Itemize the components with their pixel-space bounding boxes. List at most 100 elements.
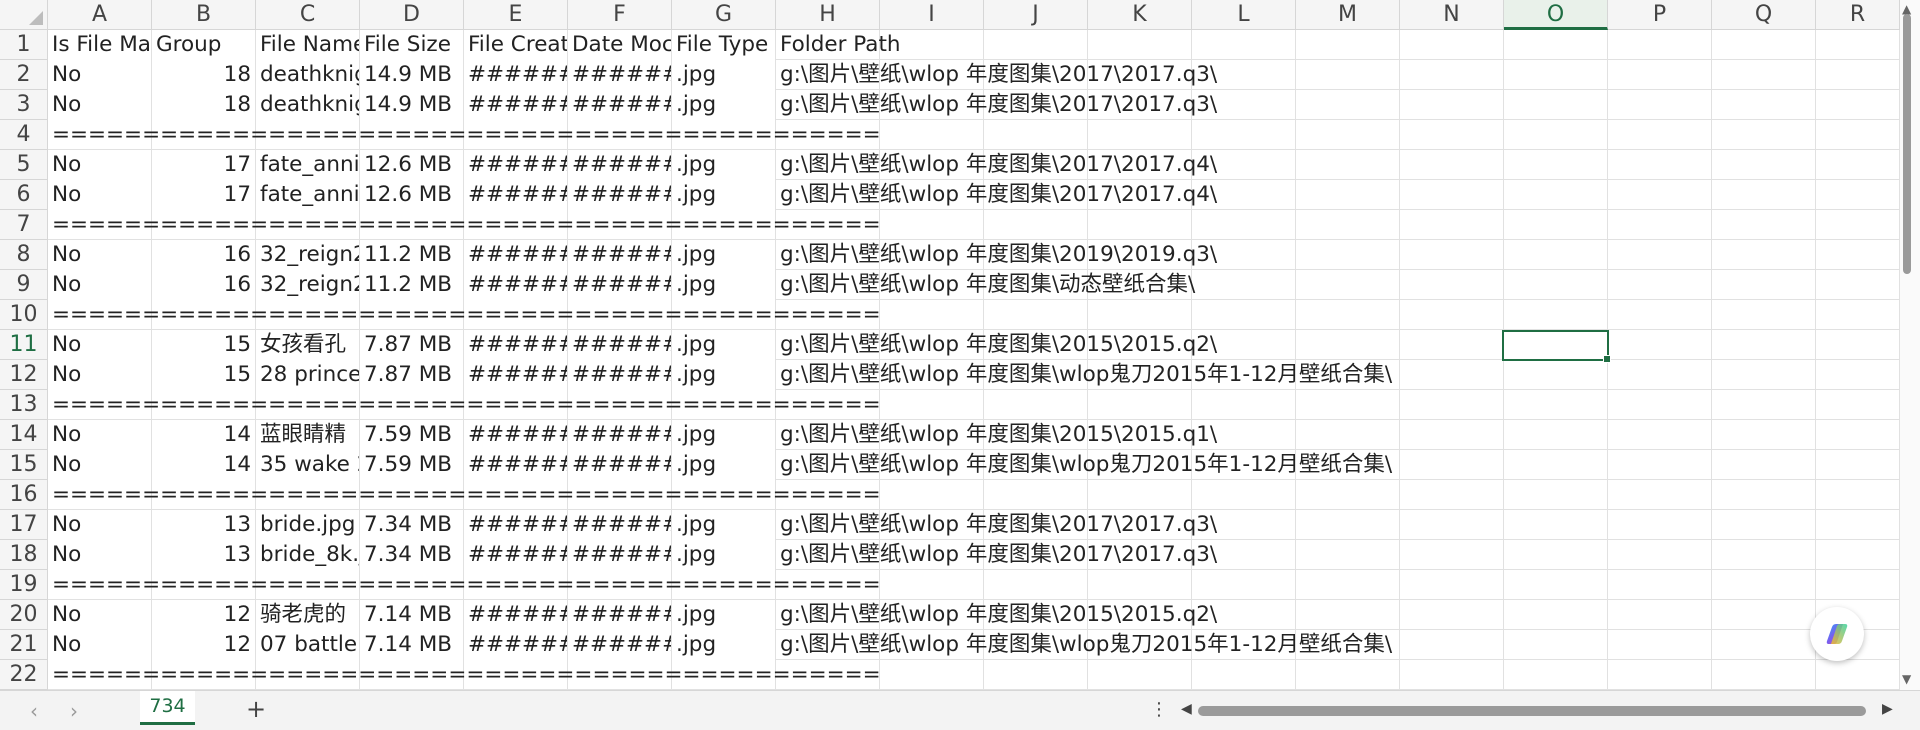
column-header-e[interactable]: E <box>464 0 568 30</box>
cell-file-type[interactable]: .jpg <box>672 180 775 210</box>
column-header-h[interactable]: H <box>776 0 880 30</box>
cell-date-modified[interactable]: ###### <box>568 180 671 210</box>
cell-date-modified[interactable]: ###### <box>568 450 671 480</box>
cell-file-created[interactable]: ###### <box>464 540 567 570</box>
cell-file-created[interactable]: ###### <box>464 450 567 480</box>
cell-group[interactable]: 15 <box>152 360 255 390</box>
cell-header-h[interactable]: Folder Path <box>776 30 1900 60</box>
column-header-i[interactable]: I <box>880 0 984 30</box>
cell-folder-path[interactable]: g:\图片\壁纸\wlop 年度图集\wlop鬼刀2015年1-12月壁纸合集\ <box>776 450 1900 480</box>
cell-file-size[interactable]: 11.2 MB <box>360 270 463 300</box>
cell-group[interactable]: 17 <box>152 180 255 210</box>
column-header-n[interactable]: N <box>1400 0 1504 30</box>
cell-is-file-marked[interactable]: No <box>48 150 151 180</box>
column-header-b[interactable]: B <box>152 0 256 30</box>
cell-date-modified[interactable]: ###### <box>568 330 671 360</box>
cell-file-type[interactable]: .jpg <box>672 240 775 270</box>
cell-folder-path[interactable]: g:\图片\壁纸\wlop 年度图集\2017\2017.q4\ <box>776 150 1900 180</box>
column-header-a[interactable]: A <box>48 0 152 30</box>
column-header-r[interactable]: R <box>1816 0 1900 30</box>
row-header[interactable]: 15 <box>0 450 48 480</box>
row-header[interactable]: 17 <box>0 510 48 540</box>
cell-file-type[interactable]: .jpg <box>672 270 775 300</box>
cell-group[interactable]: 17 <box>152 150 255 180</box>
cell-file-created[interactable]: ###### <box>464 180 567 210</box>
row-header[interactable]: 19 <box>0 570 48 600</box>
cell-file-type[interactable]: .jpg <box>672 60 775 90</box>
cell-file-type[interactable]: .jpg <box>672 90 775 120</box>
cell-is-file-marked[interactable]: No <box>48 360 151 390</box>
cell-file-type[interactable]: .jpg <box>672 510 775 540</box>
cell-folder-path[interactable]: g:\图片\壁纸\wlop 年度图集\2017\2017.q4\ <box>776 180 1900 210</box>
cell-file-name[interactable]: 32_reign2 <box>256 240 359 270</box>
column-header-p[interactable]: P <box>1608 0 1712 30</box>
cell-file-size[interactable]: 7.34 MB <box>360 540 463 570</box>
horizontal-scroll-thumb[interactable] <box>1198 706 1866 716</box>
cell-group[interactable]: 18 <box>152 60 255 90</box>
cell-file-size[interactable]: 7.87 MB <box>360 360 463 390</box>
column-header-j[interactable]: J <box>984 0 1088 30</box>
cell-file-created[interactable]: ###### <box>464 600 567 630</box>
active-cell-selection[interactable] <box>1502 330 1611 363</box>
cell-header-d[interactable]: File Size <box>360 30 463 60</box>
cell-file-created[interactable]: ###### <box>464 240 567 270</box>
cell-file-type[interactable]: .jpg <box>672 630 775 660</box>
cell-file-size[interactable]: 7.87 MB <box>360 330 463 360</box>
cell-folder-path[interactable]: g:\图片\壁纸\wlop 年度图集\2015\2015.q2\ <box>776 600 1900 630</box>
cell-file-name[interactable]: 蓝眼睛精 <box>256 420 359 450</box>
cell-file-name[interactable]: deathknig <box>256 90 359 120</box>
cell-date-modified[interactable]: ###### <box>568 150 671 180</box>
column-header-f[interactable]: F <box>568 0 672 30</box>
cell-file-created[interactable]: ###### <box>464 60 567 90</box>
cell-is-file-marked[interactable]: No <box>48 60 151 90</box>
cell-file-name[interactable]: fate_anniv <box>256 180 359 210</box>
row-header[interactable]: 12 <box>0 360 48 390</box>
cell-file-created[interactable]: ###### <box>464 90 567 120</box>
cell-is-file-marked[interactable]: No <box>48 630 151 660</box>
cell-folder-path[interactable]: g:\图片\壁纸\wlop 年度图集\动态壁纸合集\ <box>776 270 1900 300</box>
cell-file-name[interactable]: fate_anniv <box>256 150 359 180</box>
cell-group[interactable]: 16 <box>152 240 255 270</box>
scroll-down-arrow-icon[interactable]: ▼ <box>1902 672 1911 686</box>
add-sheet-button[interactable]: + <box>246 695 266 723</box>
row-header[interactable]: 10 <box>0 300 48 330</box>
cell-file-created[interactable]: ###### <box>464 150 567 180</box>
row-header[interactable]: 13 <box>0 390 48 420</box>
column-header-m[interactable]: M <box>1296 0 1400 30</box>
cell-file-created[interactable]: ###### <box>464 630 567 660</box>
row-header[interactable]: 16 <box>0 480 48 510</box>
row-header[interactable]: 2 <box>0 60 48 90</box>
sheet-tab[interactable]: 734 <box>140 691 195 725</box>
cell-header-f[interactable]: Date Moc <box>568 30 671 60</box>
column-header-l[interactable]: L <box>1192 0 1296 30</box>
cell-file-type[interactable]: .jpg <box>672 450 775 480</box>
cell-is-file-marked[interactable]: No <box>48 90 151 120</box>
row-header[interactable]: 8 <box>0 240 48 270</box>
select-all-corner[interactable] <box>0 0 48 30</box>
vertical-scroll-thumb[interactable] <box>1903 14 1911 274</box>
cell-file-size[interactable]: 12.6 MB <box>360 180 463 210</box>
cell-is-file-marked[interactable]: No <box>48 600 151 630</box>
cell-file-size[interactable]: 7.14 MB <box>360 630 463 660</box>
row-header[interactable]: 3 <box>0 90 48 120</box>
cell-folder-path[interactable]: g:\图片\壁纸\wlop 年度图集\2015\2015.q2\ <box>776 330 1900 360</box>
cell-is-file-marked[interactable]: No <box>48 270 151 300</box>
cell-date-modified[interactable]: ###### <box>568 600 671 630</box>
cell-header-b[interactable]: Group <box>152 30 255 60</box>
cell-group[interactable]: 16 <box>152 270 255 300</box>
cell-header-c[interactable]: File Name <box>256 30 359 60</box>
copilot-button[interactable] <box>1810 607 1864 661</box>
cell-separator[interactable]: ========================================… <box>48 300 1448 330</box>
cell-file-created[interactable]: ###### <box>464 510 567 540</box>
cell-file-name[interactable]: 32_reign2 <box>256 270 359 300</box>
row-header[interactable]: 11 <box>0 330 48 360</box>
cell-file-size[interactable]: 14.9 MB <box>360 90 463 120</box>
cell-file-type[interactable]: .jpg <box>672 330 775 360</box>
cell-file-size[interactable]: 14.9 MB <box>360 60 463 90</box>
column-header-o[interactable]: O <box>1504 0 1608 30</box>
cell-file-name[interactable]: 35 wake 2 <box>256 450 359 480</box>
cell-file-name[interactable]: bride.jpg <box>256 510 359 540</box>
cell-group[interactable]: 12 <box>152 600 255 630</box>
cell-date-modified[interactable]: ###### <box>568 540 671 570</box>
row-header[interactable]: 21 <box>0 630 48 660</box>
